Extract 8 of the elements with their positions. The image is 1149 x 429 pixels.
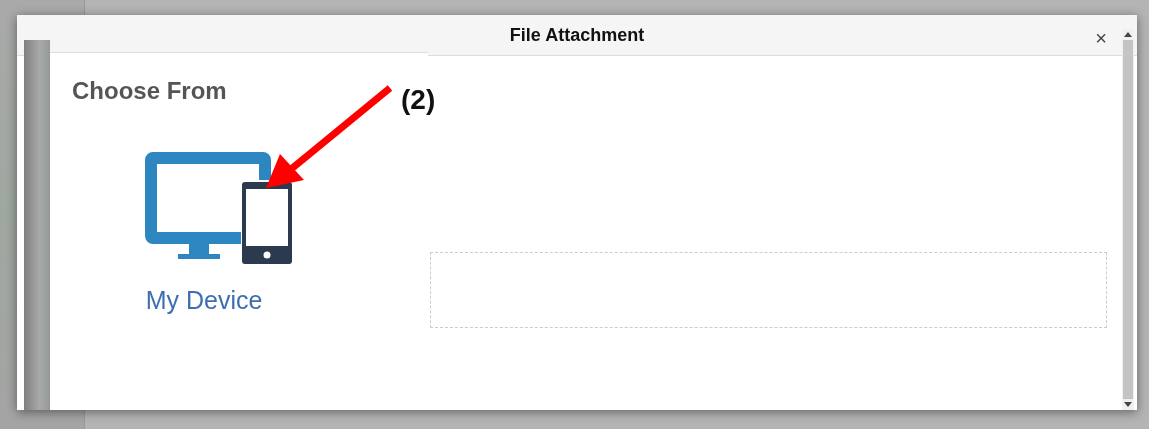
my-device-link[interactable]: My Device	[145, 286, 263, 315]
computer-and-phone-icon[interactable]	[145, 152, 293, 264]
annotation-label: (2)	[401, 84, 436, 116]
close-button[interactable]: ×	[1095, 28, 1107, 48]
dialog-title: File Attachment	[509, 24, 645, 46]
scroll-up-icon[interactable]	[1124, 32, 1132, 37]
scroll-down-icon[interactable]	[1124, 402, 1132, 407]
scrollbar[interactable]	[1122, 29, 1134, 410]
